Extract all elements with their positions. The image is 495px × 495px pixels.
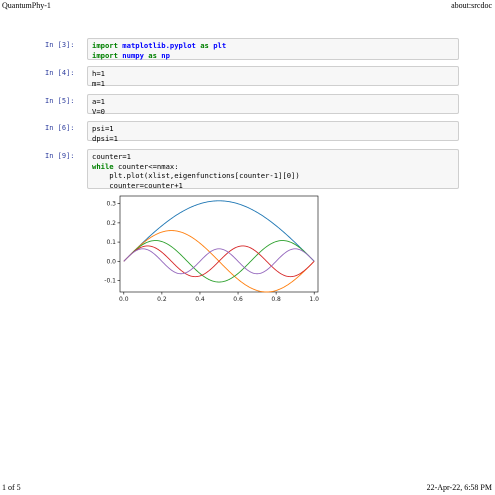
code-module: np: [161, 50, 170, 60]
code-keyword: while: [92, 161, 114, 171]
code-module: plt: [213, 41, 227, 50]
plot-frame: [119, 195, 319, 293]
code-module: matplotlib.pyplot: [122, 41, 196, 50]
code-text: counter=1: [92, 152, 131, 161]
y-tick-label: 0.0: [106, 258, 116, 265]
code-text: m=1: [92, 78, 105, 88]
print-timestamp: 22-Apr-22, 6:58 PM: [426, 483, 492, 492]
y-tick-label: -0.1: [104, 277, 116, 284]
code-input[interactable]: counter=1 while counter<=nmax: plt.plot(x…: [87, 149, 459, 191]
code-line: while counter<=nmax:: [92, 162, 454, 172]
y-tick-label: 0.3: [106, 201, 116, 208]
code-module: numpy: [122, 50, 144, 60]
code-text: psi=1: [92, 124, 114, 133]
code-cell[interactable]: In [5]: a=1 V=0: [45, 94, 459, 117]
code-input[interactable]: a=1 V=0: [87, 94, 459, 117]
cell-prompt: In [4]:: [45, 69, 75, 77]
cell-prompt: In [6]:: [45, 124, 75, 132]
page-counter: 1 of 5: [2, 483, 21, 492]
cell-prompt: In [5]:: [45, 97, 75, 105]
output-plot: 0.0 0.2 0.4 0.6 0.8 1.0 -0.1 0.0 0.1 0.2 0.3: [100, 192, 330, 307]
series-line-4: [123, 245, 315, 278]
code-keyword: import: [92, 41, 118, 50]
code-line: counter=1: [92, 152, 454, 162]
code-line: V=0: [92, 107, 454, 117]
code-cell[interactable]: In [3]: import matplotlib.pyplot as plt im…: [45, 38, 459, 60]
code-text: V=0: [92, 106, 105, 116]
code-text: a=1: [92, 97, 105, 106]
x-tick-label: 0.0: [119, 296, 129, 303]
code-line: psi=1: [92, 124, 454, 134]
code-text: counter=counter+1: [92, 180, 183, 190]
code-input[interactable]: psi=1 dpsi=1: [87, 121, 459, 144]
code-text: dpsi=1: [92, 133, 118, 143]
x-tick-label: 0.8: [271, 296, 281, 303]
code-input[interactable]: h=1 m=1: [87, 66, 459, 89]
code-line: h=1: [92, 69, 454, 79]
y-tick-label: 0.1: [106, 239, 116, 246]
code-keyword: as: [200, 41, 209, 50]
print-header-title: QuantumPhy-1: [2, 1, 51, 10]
code-text: h=1: [92, 69, 105, 78]
cell-prompt: In [3]:: [45, 41, 75, 49]
x-tick-label: 0.4: [195, 296, 205, 303]
code-line: counter=counter+1: [92, 181, 454, 191]
code-cell[interactable]: In [4]: h=1 m=1: [45, 66, 459, 89]
code-keyword: import: [92, 50, 118, 60]
code-line: plt.plot(xlist,eigenfunctions[counter-1]…: [92, 171, 454, 181]
print-header-url: about:srcdoc: [451, 1, 492, 10]
x-tick-label: 0.6: [233, 296, 243, 303]
code-cell[interactable]: In [9]: counter=1 while counter<=nmax: plt…: [45, 149, 459, 191]
code-keyword: as: [148, 50, 157, 60]
code-line: import matplotlib.pyplot as plt: [92, 41, 454, 51]
code-input[interactable]: import matplotlib.pyplot as plt import nu…: [87, 38, 459, 60]
code-line: import numpy as np: [92, 51, 454, 61]
code-text: counter<=nmax:: [113, 161, 179, 171]
code-text: plt.plot(xlist,eigenfunctions[counter-1]…: [92, 171, 300, 180]
x-tick-label: 1.0: [309, 296, 319, 303]
code-line: dpsi=1: [92, 134, 454, 144]
code-line: a=1: [92, 97, 454, 107]
x-tick-label: 0.2: [157, 296, 167, 303]
cell-prompt: In [9]:: [45, 152, 75, 160]
code-line: m=1: [92, 79, 454, 89]
code-cell[interactable]: In [6]: psi=1 dpsi=1: [45, 121, 459, 144]
line-chart: 0.0 0.2 0.4 0.6 0.8 1.0 -0.1 0.0 0.1 0.2 0.3: [104, 195, 319, 303]
y-tick-label: 0.2: [106, 220, 116, 227]
